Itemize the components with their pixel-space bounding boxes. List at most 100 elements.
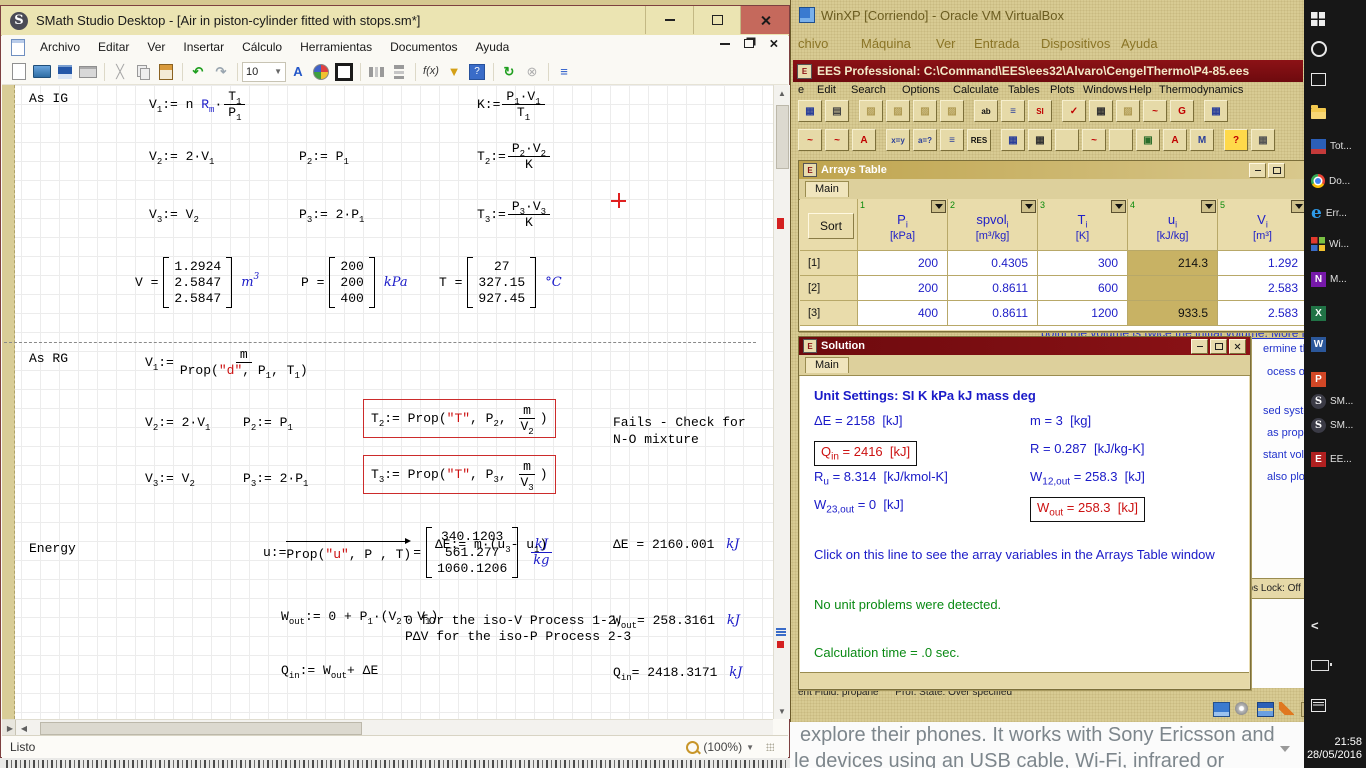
maximize-button[interactable] [1268,163,1285,178]
smath-formula[interactable]: T2:=P2·V2K [477,141,552,172]
virtualbox-titlebar[interactable]: WinXP [Corriendo] - Oracle VM VirtualBox [799,7,1064,23]
ees-new-plot-button[interactable]: ~ [1143,100,1167,122]
ees-help-button[interactable]: ? [1224,129,1248,151]
taskbar-search-button[interactable] [1304,36,1366,62]
ees-plot-window-1-button[interactable]: ~ [798,129,822,151]
horizontal-scrollbar[interactable]: ◀ ▶ [2,719,773,736]
options-list-button[interactable]: ≡ [553,61,575,82]
table-cell[interactable]: 200 [858,276,948,301]
resize-grip[interactable] [766,743,774,751]
smath-formula[interactable]: Fails - Check for [613,415,746,430]
smath-formula[interactable]: Wout= 258.3161 kJ [613,613,740,628]
ees-check-units-button[interactable]: ✓ [1062,100,1086,122]
scroll-down-arrow[interactable] [1280,746,1290,752]
ees-si-units-button[interactable]: SI [1028,100,1052,122]
row-label[interactable]: [3] [800,301,858,326]
filter-button[interactable]: ▼ [443,61,465,82]
solution-titlebar[interactable]: E Solution [799,337,1250,355]
taskbar-action-center[interactable] [1304,692,1366,718]
sort-button[interactable]: Sort [808,213,854,239]
doc-close-button[interactable] [769,39,778,48]
ees-menu-windows[interactable]: Windows [1083,84,1128,96]
smath-formula[interactable]: PΔV for the iso-P Process 2-3 [405,629,631,644]
smath-formula[interactable]: Qin= 2418.3171 kJ [613,665,742,680]
chevron-down-icon[interactable]: ▼ [746,743,754,752]
table-cell[interactable] [1128,276,1218,301]
ees-equations-list-button[interactable]: ≡ [940,129,964,151]
vbox-menu-ver[interactable]: Ver [936,36,956,51]
table-cell[interactable]: 2.583 [1218,276,1304,301]
ees-menu-search[interactable]: Search [851,84,886,96]
network-icon[interactable] [1257,702,1274,717]
vbox-menu-chivo[interactable]: chivo [798,36,828,51]
table-cell[interactable]: 1.292 [1218,251,1304,276]
taskbar-smath-1[interactable]: SSM... [1304,388,1366,414]
border-button[interactable] [333,61,355,82]
taskbar-file-explorer[interactable] [1304,100,1366,126]
ees-plot-thumb-button[interactable]: ~ [1082,129,1106,151]
ees-titlebar[interactable]: E EES Professional: C:\Command\EES\ees32… [793,60,1303,82]
taskbar-winxp-vm[interactable]: Wi... [1304,231,1366,257]
ees-diagram-window-button[interactable]: ▣ [1136,129,1160,151]
smath-formula[interactable]: u:=Prop("u", P , T)=340.1203561.2771060.… [263,527,555,578]
edit-icon[interactable] [1279,702,1294,715]
smath-formula[interactable]: As IG [29,91,68,106]
copy-button[interactable] [132,61,154,82]
recalculate-button[interactable]: ↻ [498,61,520,82]
smath-formula[interactable]: P2:= P1 [243,415,293,430]
smath-formula[interactable]: V =1.29242.58472.5847m3 [135,257,259,308]
table-cell[interactable]: 933.5 [1128,301,1218,326]
taskbar-start-button[interactable] [1304,6,1366,32]
table-cell[interactable]: 1200 [1038,301,1128,326]
menu-item-insertar[interactable]: Insertar [174,37,233,57]
vertical-scroll-thumb[interactable] [776,105,789,169]
smath-formula[interactable]: P2:= P1 [299,149,349,164]
ees-menu-help[interactable]: Help [1129,84,1152,96]
table-cell[interactable]: 0.8611 [948,276,1038,301]
ees-solve-disabled-button[interactable]: ▨ [1116,100,1140,122]
ees-residuals-window-button[interactable]: RES [967,129,991,151]
smath-formula[interactable]: 0 for the iso-V Process 1-2, [405,613,623,628]
ees-menu-options[interactable]: Options [902,84,940,96]
new-file-button[interactable] [8,61,30,82]
ees-formatted-equations-button[interactable]: ab [974,100,998,122]
align-vertical-button[interactable] [388,61,410,82]
side-panel-button[interactable]: ? [466,61,488,82]
maximize-button[interactable] [693,6,741,34]
horizontal-scroll-thumb[interactable] [40,722,362,735]
ees-parametric-table-button[interactable]: ▦ [1204,100,1228,122]
menu-item-editar[interactable]: Editar [89,37,138,57]
cut-button[interactable]: ╳ [109,61,131,82]
table-cell[interactable]: 200 [858,251,948,276]
font-color-button[interactable]: A [287,61,309,82]
arrays-table-titlebar[interactable]: E Arrays Table [799,161,1304,179]
doc-restore-button[interactable] [744,39,754,48]
smath-formula[interactable]: V1:= n Rm·T1P1 [149,89,247,120]
smath-formula[interactable]: Energy [29,541,76,556]
align-horizontal-button[interactable] [365,61,387,82]
redo-button[interactable]: ↷ [210,61,232,82]
smath-formula[interactable]: ΔE = 2160.001 kJ [613,537,739,552]
menu-item-herramientas[interactable]: Herramientas [291,37,381,57]
menu-item-documentos[interactable]: Documentos [381,37,466,57]
smath-formula[interactable]: P3:= 2·P1 [299,207,364,222]
ees-format-disabled-button[interactable]: ▨ [940,100,964,122]
ees-solution-window-button[interactable]: x=y [886,129,910,151]
table-cell[interactable]: 600 [1038,276,1128,301]
taskbar-clock[interactable]: 21:58 28/05/2016 [1304,736,1362,762]
vbox-menu-entrada[interactable]: Entrada [974,36,1020,51]
ees-report-window-button[interactable]: A [1163,129,1187,151]
table-cell[interactable]: 2.583 [1218,301,1304,326]
scroll-left-arrow[interactable]: ◀ [16,720,32,736]
smath-formula[interactable]: K:=P1·V1T1 [477,89,547,120]
smath-formula[interactable]: V3:= V2 [145,471,195,486]
paste-button[interactable] [155,61,177,82]
smath-formula[interactable]: T3:= Prop("T", P3, mV3) [363,455,556,494]
taskbar-onenote[interactable]: NM... [1304,266,1366,292]
menu-item-archivo[interactable]: Archivo [31,37,89,57]
worksheet-canvas[interactable]: As IGV1:= n Rm·T1P1K:=P1·V1T1V2:= 2·V1P2… [2,85,773,719]
close-button[interactable] [740,6,789,34]
ees-blank-2-button[interactable] [1109,129,1133,151]
smath-formula[interactable]: N-O mixture [613,432,699,447]
vbox-menu-ayuda[interactable]: Ayuda [1121,36,1158,51]
